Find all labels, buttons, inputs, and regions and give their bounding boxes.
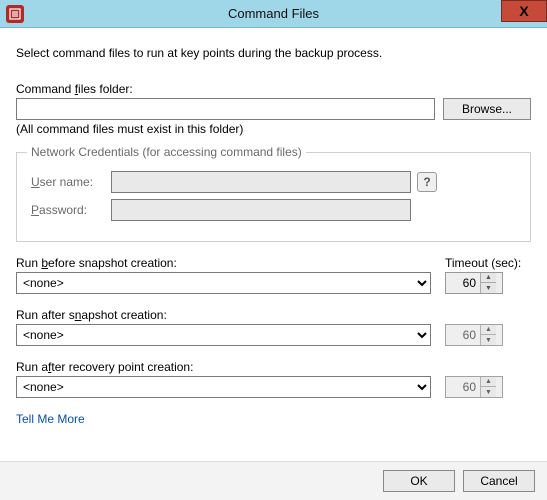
timeout-after-recovery-spinner[interactable]: ▲▼ [445,376,503,398]
run-before-label: Run before snapshot creation: [16,256,431,270]
password-input[interactable] [111,199,411,221]
credentials-group: Network Credentials (for accessing comma… [16,152,531,242]
timeout-after-snapshot-value [446,327,480,343]
run-after-snapshot-label: Run after snapshot creation: [16,308,431,322]
spin-up-icon[interactable]: ▲ [480,325,496,335]
footer: OK Cancel [0,461,547,500]
username-label: User name: [31,175,111,189]
credentials-legend: Network Credentials (for accessing comma… [27,145,306,159]
timeout-before-value[interactable] [446,275,480,291]
timeout-before-spinner[interactable]: ▲▼ [445,272,503,294]
run-after-recovery-select[interactable]: <none> [16,376,431,398]
dialog-body: Select command files to run at key point… [0,28,547,432]
ok-button[interactable]: OK [383,470,455,492]
run-after-recovery-label: Run after recovery point creation: [16,360,431,374]
close-button[interactable]: X [501,0,547,22]
spin-down-icon[interactable]: ▼ [480,387,496,397]
run-before-select[interactable]: <none> [16,272,431,294]
password-label: Password: [31,203,111,217]
cancel-button[interactable]: Cancel [463,470,535,492]
timeout-after-snapshot-spinner[interactable]: ▲▼ [445,324,503,346]
browse-button[interactable]: Browse... [443,98,531,120]
spin-down-icon[interactable]: ▼ [480,335,496,345]
help-icon[interactable]: ? [417,172,437,192]
folder-label: Command files folder: [16,82,531,96]
spin-up-icon[interactable]: ▲ [480,377,496,387]
intro-text: Select command files to run at key point… [16,46,531,60]
username-input[interactable] [111,171,411,193]
timeout-after-recovery-value [446,379,480,395]
close-icon: X [519,3,528,19]
folder-input[interactable] [16,98,435,120]
titlebar: Command Files X [0,0,547,28]
spin-up-icon[interactable]: ▲ [480,273,496,283]
timeout-label: Timeout (sec): [445,256,531,270]
tell-me-more-link[interactable]: Tell Me More [16,412,85,426]
spin-down-icon[interactable]: ▼ [480,283,496,293]
folder-hint: (All command files must exist in this fo… [16,122,531,136]
window-title: Command Files [0,6,547,21]
run-after-snapshot-select[interactable]: <none> [16,324,431,346]
app-icon [6,5,24,23]
